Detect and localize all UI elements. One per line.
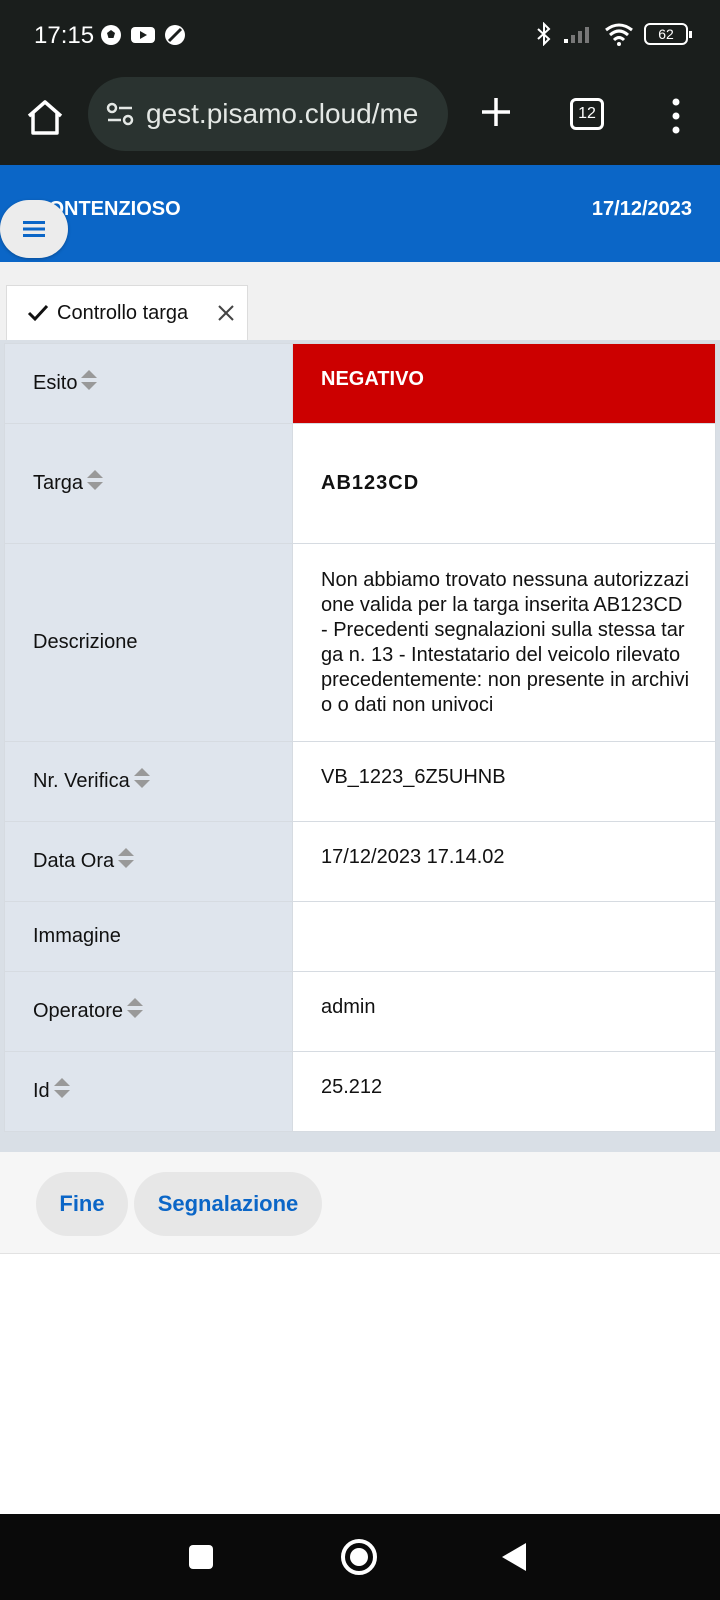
status-bar: 17:15 62 <box>0 0 720 72</box>
close-icon[interactable] <box>217 304 235 322</box>
soccer-ball-icon <box>101 25 121 45</box>
table-row: Targa AB123CD <box>4 423 716 544</box>
youtube-icon <box>131 27 155 43</box>
hamburger-icon <box>23 221 45 237</box>
signal-icon <box>564 27 589 43</box>
address-bar[interactable]: gest.pisamo.cloud/me <box>88 77 448 151</box>
tab-label: Controllo targa <box>57 301 189 324</box>
targa-value: AB123CD <box>292 423 716 544</box>
table-row: Esito NEGATIVO <box>4 343 716 424</box>
status-time: 17:15 <box>34 22 95 49</box>
row-label[interactable]: Nr. Verifica <box>4 741 293 822</box>
sort-icon[interactable] <box>117 846 135 870</box>
browser-toolbar: gest.pisamo.cloud/me 12 <box>0 72 720 165</box>
descrizione-value: Non abbiamo trovato nessuna autorizzazio… <box>292 543 716 742</box>
checkmark-icon <box>27 304 49 322</box>
sort-icon[interactable] <box>80 368 98 392</box>
more-vert-icon[interactable] <box>662 94 690 138</box>
row-label: Immagine <box>4 901 293 972</box>
home-icon[interactable] <box>22 94 68 140</box>
tab-controllo-targa[interactable]: Controllo targa <box>6 285 248 340</box>
wifi-icon <box>605 23 633 46</box>
row-label[interactable]: Data Ora <box>4 821 293 902</box>
back-icon[interactable] <box>500 1542 528 1572</box>
row-label: Descrizione <box>4 543 293 742</box>
url-text: gest.pisamo.cloud/me <box>146 98 419 129</box>
app-header: CONTENZIOSO 17/12/2023 <box>0 165 720 262</box>
fine-button[interactable]: Fine <box>36 1172 128 1236</box>
sort-icon[interactable] <box>133 766 151 790</box>
row-label[interactable]: Id <box>4 1051 293 1132</box>
data-ora-value: 17/12/2023 17.14.02 <box>292 821 716 902</box>
row-label[interactable]: Operatore <box>4 971 293 1052</box>
battery-indicator: 62 <box>644 23 692 45</box>
immagine-value <box>292 901 716 972</box>
home-nav-icon[interactable] <box>340 1538 378 1576</box>
no-disturb-icon <box>165 25 185 45</box>
table-row: Id 25.212 <box>4 1051 716 1132</box>
table-row: Nr. Verifica VB_1223_6Z5UHNB <box>4 741 716 822</box>
tabs-bar: Controllo targa <box>0 262 720 340</box>
sort-icon[interactable] <box>126 996 144 1020</box>
sort-icon[interactable] <box>53 1076 71 1100</box>
system-nav-bar <box>0 1514 720 1600</box>
menu-button[interactable] <box>0 200 68 258</box>
bluetooth-icon <box>537 22 551 46</box>
segnalazione-button[interactable]: Segnalazione <box>134 1172 322 1236</box>
tab-switcher-button[interactable]: 12 <box>570 98 604 130</box>
site-settings-icon[interactable] <box>106 102 134 126</box>
table-row: Immagine <box>4 901 716 972</box>
recents-icon[interactable] <box>188 1544 214 1570</box>
operatore-value: admin <box>292 971 716 1052</box>
id-value: 25.212 <box>292 1051 716 1132</box>
table-row: Descrizione Non abbiamo trovato nessuna … <box>4 543 716 742</box>
esito-value: NEGATIVO <box>292 343 716 424</box>
row-label[interactable]: Esito <box>4 343 293 424</box>
action-bar: Fine Segnalazione <box>0 1152 720 1254</box>
header-date: 17/12/2023 <box>591 198 692 220</box>
row-label[interactable]: Targa <box>4 423 293 544</box>
table-row: Data Ora 17/12/2023 17.14.02 <box>4 821 716 902</box>
plus-icon[interactable] <box>474 90 518 134</box>
details-table: Esito NEGATIVO Targa AB123CD Descrizione… <box>0 340 720 1152</box>
sort-icon[interactable] <box>86 468 104 492</box>
table-row: Operatore admin <box>4 971 716 1052</box>
nr-verifica-value: VB_1223_6Z5UHNB <box>292 741 716 822</box>
